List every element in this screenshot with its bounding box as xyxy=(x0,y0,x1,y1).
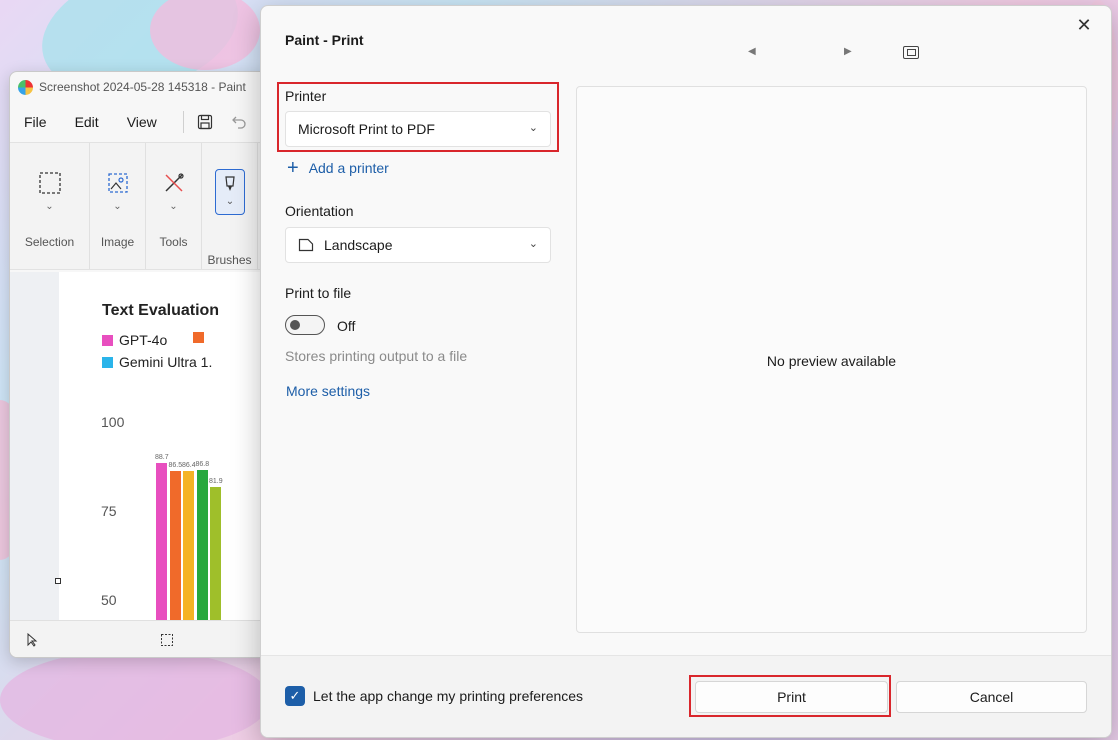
cursor-icon xyxy=(27,633,38,647)
undo-icon[interactable] xyxy=(228,111,250,133)
landscape-page-icon xyxy=(298,238,314,252)
bar-value-label: 86.4 xyxy=(182,462,196,470)
menu-edit[interactable]: Edit xyxy=(75,114,109,130)
print-to-file-hint: Stores printing output to a file xyxy=(285,348,468,364)
print-to-file-state: Off xyxy=(337,318,356,334)
ribbon-image[interactable]: ⌄ Image xyxy=(90,143,146,269)
add-printer-link[interactable]: + Add a printer xyxy=(287,157,389,179)
pref-checkbox[interactable]: ✓ xyxy=(285,686,305,706)
chart-bar xyxy=(169,471,181,622)
menu-file[interactable]: File xyxy=(24,114,57,130)
print-to-file-toggle[interactable] xyxy=(285,315,325,335)
brush-icon: ⌄ xyxy=(214,169,245,215)
bar-value-label: 86.5 xyxy=(168,462,183,470)
print-dialog: Paint - Print ✕ ◀ ▶ Printer Microsoft Pr… xyxy=(260,5,1112,738)
next-page-icon[interactable]: ▶ xyxy=(844,46,852,57)
orientation-select-value: Landscape xyxy=(324,237,393,253)
print-to-file-label: Print to file xyxy=(285,285,352,301)
orientation-select[interactable]: Landscape ⌄ xyxy=(285,227,551,263)
chevron-down-icon: ⌄ xyxy=(528,238,538,250)
paint-app-icon xyxy=(18,79,33,95)
printer-highlight-box xyxy=(277,82,559,152)
chart-bar xyxy=(210,487,221,622)
bar-value-label: 81.9 xyxy=(209,478,223,486)
ribbon-label: Tools xyxy=(159,235,188,249)
resize-handle[interactable] xyxy=(55,578,61,584)
menu-divider xyxy=(182,111,184,133)
chart-bar xyxy=(156,463,167,622)
svg-text:⌄: ⌄ xyxy=(225,196,233,207)
chart-bar xyxy=(196,469,208,622)
bar-value-label: 88.7 xyxy=(155,454,169,462)
preview-status-text: No preview available xyxy=(766,353,897,369)
chevron-down-icon: ⌄ xyxy=(45,201,54,212)
canvas-area: Text Evaluation GPT-4o Gemini Ultra 1. 1… xyxy=(10,272,270,622)
pref-checkbox-label: Let the app change my printing preferenc… xyxy=(313,688,584,704)
close-icon[interactable]: ✕ xyxy=(1073,14,1095,36)
ribbon-selection[interactable]: ⌄ Selection xyxy=(10,143,90,269)
image-icon xyxy=(104,169,132,197)
paint-titlebar: Screenshot 2024-05-28 145318 - Paint xyxy=(10,72,270,102)
print-preview-pane: No preview available xyxy=(576,86,1087,633)
ribbon-label: Image xyxy=(100,235,135,249)
chart-bar xyxy=(183,471,194,622)
chart-bars: 88.7 86.5 86.4 86.8 81.9 xyxy=(59,272,270,622)
wallpaper-blob xyxy=(0,650,270,740)
paint-canvas[interactable]: Text Evaluation GPT-4o Gemini Ultra 1. 1… xyxy=(59,272,270,622)
paint-ribbon: ⌄ Selection ⌄ Image ⌄ Tools ⌄ Brushes xyxy=(10,142,270,270)
tools-icon xyxy=(160,169,188,197)
selection-icon xyxy=(36,169,64,197)
ribbon-brushes[interactable]: ⌄ Brushes xyxy=(202,143,258,269)
plus-icon: + xyxy=(287,157,299,179)
selection-size-icon xyxy=(161,634,173,646)
save-icon[interactable] xyxy=(194,111,216,133)
previous-page-icon[interactable]: ◀ xyxy=(748,46,756,57)
dialog-footer: ✓ Let the app change my printing prefere… xyxy=(261,655,1111,737)
more-settings-link[interactable]: More settings xyxy=(286,383,370,399)
ribbon-label: Selection xyxy=(24,235,75,249)
paint-statusbar xyxy=(10,620,270,657)
ribbon-tools[interactable]: ⌄ Tools xyxy=(146,143,202,269)
menu-view[interactable]: View xyxy=(127,114,167,130)
add-printer-label: Add a printer xyxy=(308,160,389,176)
print-highlight-box xyxy=(689,675,891,717)
fit-to-window-icon[interactable] xyxy=(903,46,919,59)
bar-value-label: 86.8 xyxy=(195,460,210,468)
paint-window-title: Screenshot 2024-05-28 145318 - Paint xyxy=(39,80,246,94)
chevron-down-icon: ⌄ xyxy=(113,201,122,212)
paint-menubar: File Edit View xyxy=(10,102,270,142)
orientation-label: Orientation xyxy=(285,203,354,219)
cancel-button[interactable]: Cancel xyxy=(896,681,1087,713)
paint-window: Screenshot 2024-05-28 145318 - Paint Fil… xyxy=(9,71,271,658)
chevron-down-icon: ⌄ xyxy=(169,201,178,212)
dialog-title: Paint - Print xyxy=(285,32,364,48)
ribbon-label: Brushes xyxy=(207,253,252,267)
